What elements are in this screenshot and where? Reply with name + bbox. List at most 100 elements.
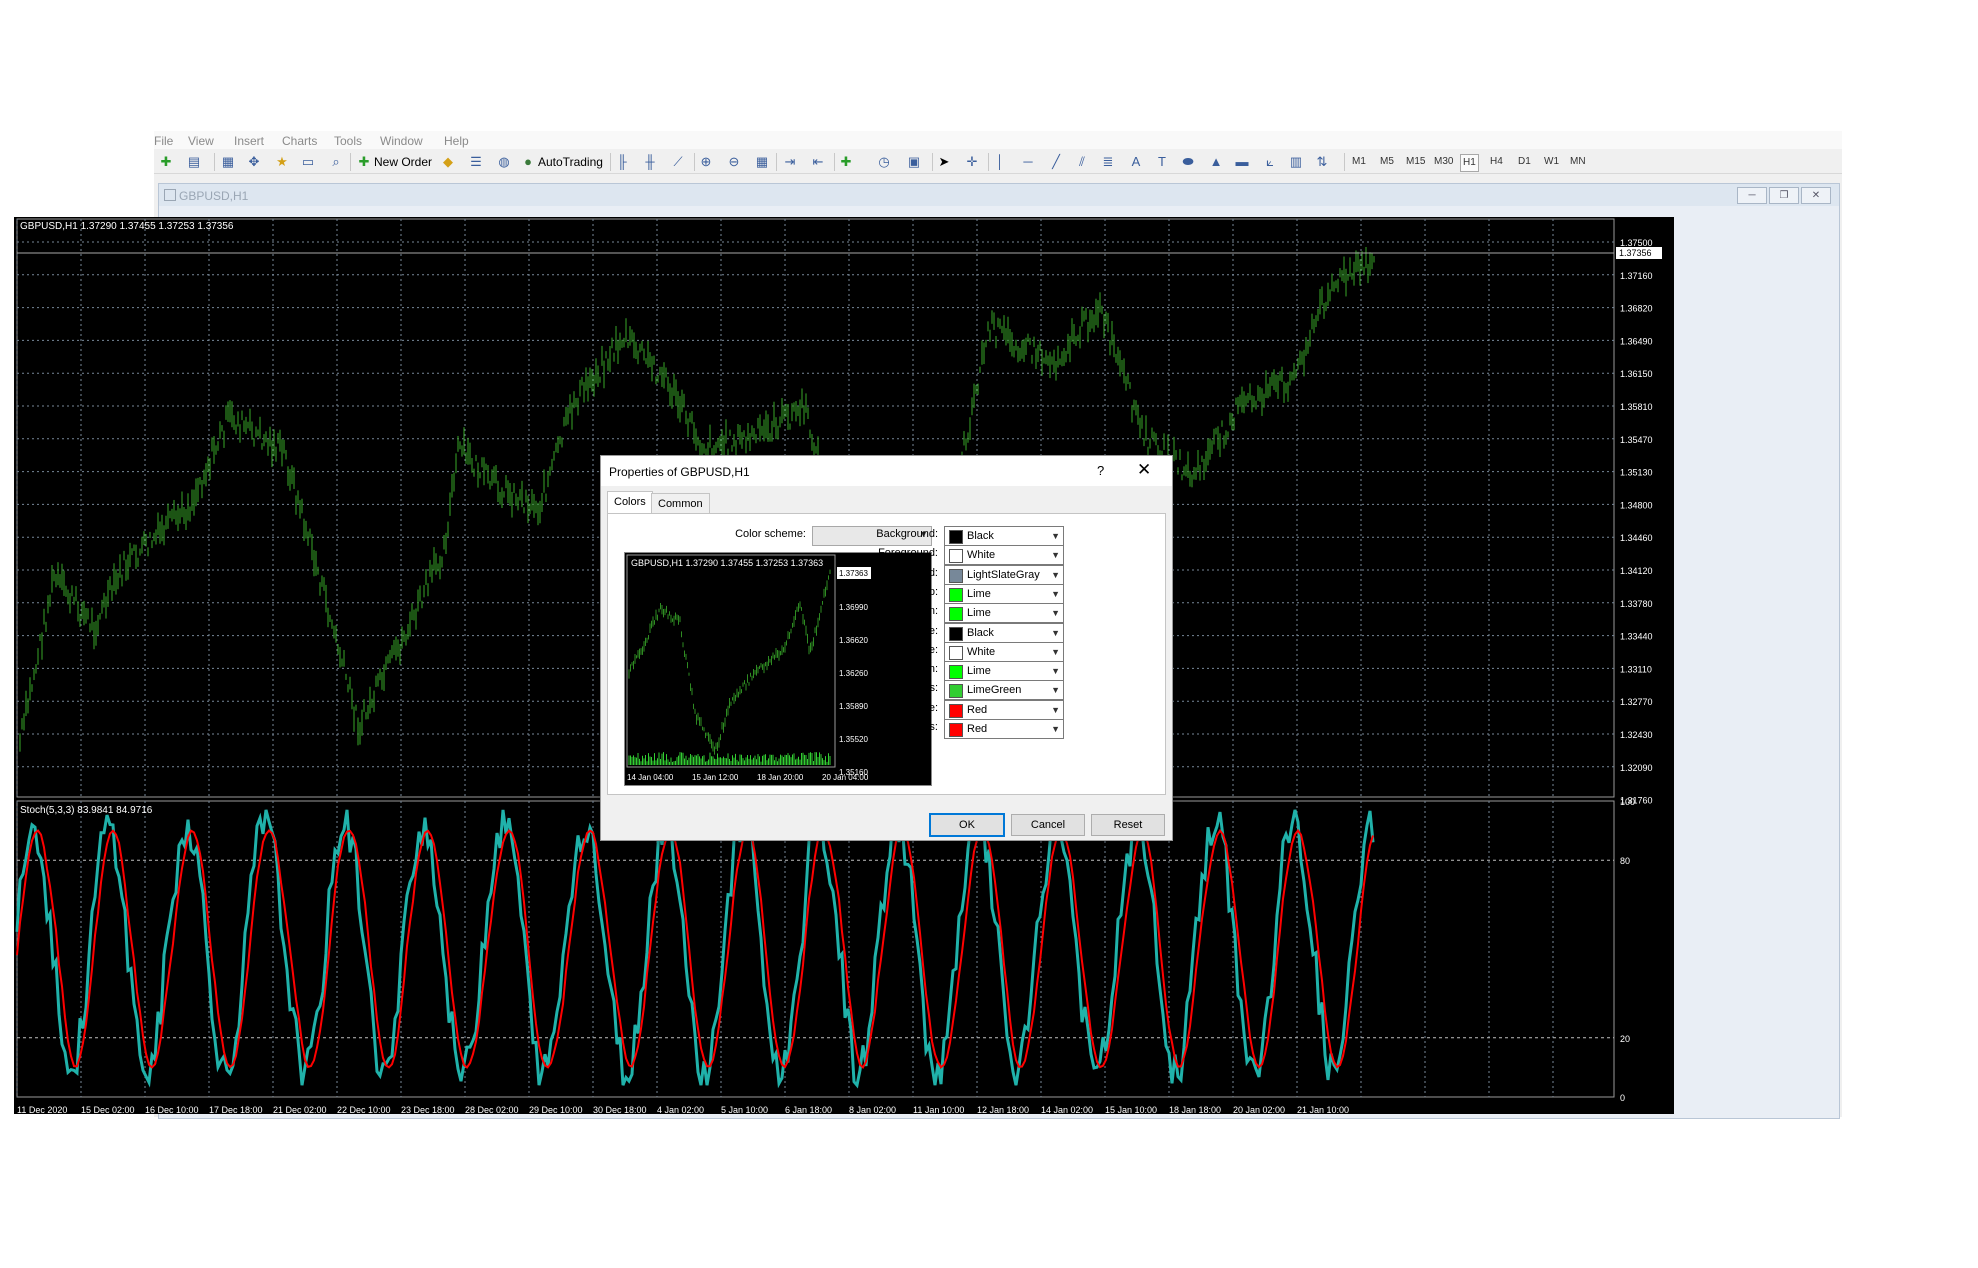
- property-color-select[interactable]: LightSlateGray ▼: [944, 564, 1064, 585]
- equidistant-channel-icon[interactable]: ⫽: [1074, 154, 1090, 170]
- time-axis-label: 11 Jan 10:00: [913, 1105, 964, 1114]
- preview-price-label: 1.35520: [839, 735, 868, 744]
- property-color-value: White: [967, 549, 996, 562]
- metaeditor-icon[interactable]: ◆: [440, 154, 456, 170]
- vertical-line-icon[interactable]: │: [992, 154, 1008, 170]
- templates-icon[interactable]: ▣: [906, 154, 922, 170]
- property-color-select[interactable]: LimeGreen ▼: [944, 680, 1064, 701]
- current-price-label: 1.37356: [1619, 248, 1652, 258]
- property-color-value: White: [967, 645, 996, 658]
- timeframe-d1[interactable]: D1: [1516, 154, 1533, 170]
- help-button[interactable]: ?: [1097, 463, 1104, 478]
- preview-frame: [626, 554, 836, 768]
- cancel-button[interactable]: Cancel: [1011, 814, 1085, 836]
- time-axis-label: 30 Dec 18:00: [593, 1105, 647, 1114]
- preview-header: GBPUSD,H1 1.37290 1.37455 1.37253 1.3736…: [631, 558, 823, 568]
- tab-common[interactable]: Common: [651, 493, 710, 514]
- menu-window[interactable]: Window: [380, 134, 423, 148]
- cursor-icon[interactable]: ➤: [936, 154, 952, 170]
- strategy-tester-icon[interactable]: ⌕: [328, 154, 344, 170]
- indicators-icon[interactable]: ✚: [838, 154, 854, 170]
- timeframe-mn[interactable]: MN: [1568, 154, 1588, 170]
- dialog-title: Properties of GBPUSD,H1: [609, 465, 750, 479]
- new-order-icon[interactable]: ✚: [356, 154, 372, 170]
- menu-tools[interactable]: Tools: [334, 134, 362, 148]
- autotrading-icon[interactable]: ●: [520, 154, 536, 170]
- new-order-button[interactable]: New Order: [374, 155, 432, 169]
- autoscroll-icon[interactable]: ⇥: [782, 154, 798, 170]
- time-axis-label: 21 Dec 02:00: [273, 1105, 327, 1114]
- toolbar: ✚ ▤ ▦ ✥ ★ ▭ ⌕ ✚ New Order ◆ ☰ ◍ ● AutoTr…: [154, 151, 1842, 174]
- time-axis-label: 17 Dec 18:00: [209, 1105, 263, 1114]
- property-label: Volumes:: [892, 682, 938, 695]
- timeframe-m15[interactable]: M15: [1404, 154, 1427, 170]
- triangle-icon[interactable]: ▲: [1208, 154, 1224, 170]
- data-window-icon[interactable]: ✥: [246, 154, 262, 170]
- time-axis-label: 11 Dec 2020: [17, 1105, 67, 1114]
- autotrading-button[interactable]: AutoTrading: [538, 155, 603, 169]
- menu-help[interactable]: Help: [444, 134, 469, 148]
- reset-button[interactable]: Reset: [1091, 814, 1165, 836]
- preview-time-label: 14 Jan 04:00: [627, 773, 674, 782]
- timeframe-h1[interactable]: H1: [1460, 154, 1479, 172]
- property-color-select[interactable]: Red ▼: [944, 699, 1064, 720]
- ok-button[interactable]: OK: [929, 813, 1005, 837]
- timeframe-m30[interactable]: M30: [1432, 154, 1455, 170]
- chevron-down-icon: ▼: [1051, 550, 1060, 561]
- zoom-out-icon[interactable]: ⊖: [726, 154, 742, 170]
- timeframe-m5[interactable]: M5: [1378, 154, 1396, 170]
- trendline-icon[interactable]: ╱: [1048, 154, 1064, 170]
- profiles-icon[interactable]: ▤: [186, 154, 202, 170]
- bar-chart-icon[interactable]: ╟: [614, 154, 630, 170]
- menu-insert[interactable]: Insert: [234, 134, 264, 148]
- property-color-select[interactable]: White ▼: [944, 545, 1064, 566]
- property-color-value: Lime: [967, 665, 991, 678]
- navigator-icon[interactable]: ★: [274, 154, 290, 170]
- property-color-select[interactable]: Black ▼: [944, 622, 1064, 643]
- gann-grid-icon[interactable]: ▥: [1288, 154, 1304, 170]
- property-color-select[interactable]: Black ▼: [944, 526, 1064, 546]
- zoom-in-icon[interactable]: ⊕: [698, 154, 714, 170]
- property-color-select[interactable]: Lime ▼: [944, 661, 1064, 682]
- market-watch-icon[interactable]: ▦: [220, 154, 236, 170]
- colors-panel: Color scheme: ▼ GBPUSD,H1 1.37290 1.3745…: [607, 513, 1166, 795]
- rectangle-icon[interactable]: ▬: [1234, 154, 1250, 170]
- menu-file[interactable]: File: [154, 134, 173, 148]
- new-chart-icon[interactable]: ✚: [158, 154, 174, 170]
- maximize-button[interactable]: ❐: [1769, 187, 1799, 204]
- timeframe-w1[interactable]: W1: [1542, 154, 1561, 170]
- ellipse-icon[interactable]: ⬬: [1180, 154, 1196, 170]
- horizontal-line-icon[interactable]: ─: [1020, 154, 1036, 170]
- candlesticks-icon[interactable]: ╫: [642, 154, 658, 170]
- property-color-select[interactable]: Lime ▼: [944, 583, 1064, 604]
- text-icon[interactable]: A: [1128, 154, 1144, 170]
- terminal-icon[interactable]: ▭: [300, 154, 316, 170]
- market-icon[interactable]: ◍: [496, 154, 512, 170]
- chart-shift-icon[interactable]: ⇤: [810, 154, 826, 170]
- property-color-select[interactable]: White ▼: [944, 641, 1064, 662]
- timeframe-h4[interactable]: H4: [1488, 154, 1505, 170]
- color-swatch: [949, 568, 963, 583]
- property-color-select[interactable]: Red ▼: [944, 719, 1064, 739]
- minimize-button[interactable]: ─: [1737, 187, 1767, 204]
- tab-colors[interactable]: Colors: [607, 491, 653, 514]
- property-color-select[interactable]: Lime ▼: [944, 603, 1064, 624]
- signals-icon[interactable]: ☰: [468, 154, 484, 170]
- timeframe-m1[interactable]: M1: [1350, 154, 1368, 170]
- time-axis-label: 8 Jan 02:00: [849, 1105, 896, 1114]
- arrows-icon[interactable]: ⇅: [1314, 154, 1330, 170]
- periods-icon[interactable]: ◷: [876, 154, 892, 170]
- text-label-icon[interactable]: T: [1154, 154, 1170, 170]
- tile-windows-icon[interactable]: ▦: [754, 154, 770, 170]
- dialog-close-icon[interactable]: ✕: [1137, 460, 1151, 480]
- price-scale-label: 1.33780: [1620, 599, 1653, 609]
- line-chart-icon[interactable]: ⟋: [670, 154, 686, 170]
- close-button[interactable]: ✕: [1801, 187, 1831, 204]
- menu-charts[interactable]: Charts: [282, 134, 317, 148]
- chevron-down-icon: ▼: [1051, 588, 1060, 599]
- fibonacci-icon[interactable]: ≣: [1100, 154, 1116, 170]
- crosshair-icon[interactable]: ✛: [964, 154, 980, 170]
- fibo-fan-icon[interactable]: ⟀: [1262, 154, 1278, 170]
- property-label: Grid:: [914, 566, 938, 579]
- menu-view[interactable]: View: [188, 134, 214, 148]
